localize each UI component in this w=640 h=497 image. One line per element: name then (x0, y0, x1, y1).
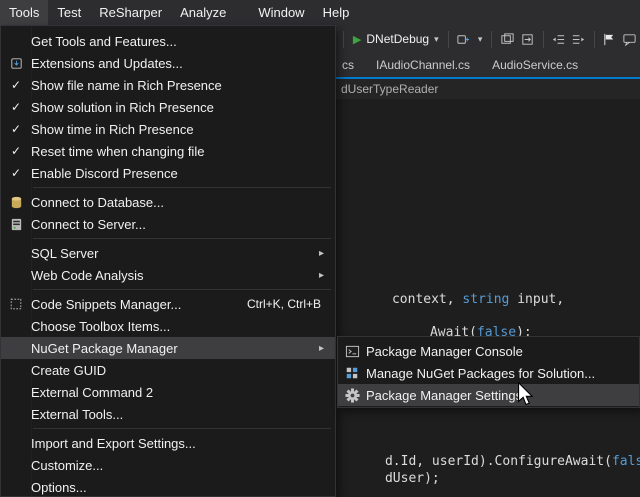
tab-label: AudioService.cs (492, 58, 578, 72)
debug-target-dropdown[interactable]: ▶ DNetDebug ▾ (349, 30, 443, 48)
dropdown-caret-icon: ▾ (478, 34, 483, 45)
toolbar-separator (594, 31, 595, 48)
menu-item-sql-server[interactable]: SQL Server ▸ (1, 242, 335, 264)
menu-item-reset-time-when-changing-file[interactable]: ✓ Reset time when changing file (1, 140, 335, 162)
menu-separator (33, 187, 331, 188)
menubar-item-tools[interactable]: Tools (0, 0, 48, 25)
toggle-bookmark-button[interactable] (600, 28, 620, 50)
connect-to-database-icon (9, 195, 24, 210)
menu-separator (33, 428, 331, 429)
menu-separator (33, 238, 331, 239)
menubar-item-resharper[interactable]: ReSharper (90, 0, 171, 25)
menu-item-code-snippets-manager[interactable]: Code Snippets Manager... Ctrl+K, Ctrl+B (1, 293, 335, 315)
menu-item-show-time-rich-presence[interactable]: ✓ Show time in Rich Presence (1, 118, 335, 140)
menu-item-show-solution-rich-presence[interactable]: ✓ Show solution in Rich Presence (1, 96, 335, 118)
checkmark-icon: ✓ (11, 166, 21, 180)
code-line: se); (338, 484, 416, 497)
navigate-backward-button[interactable] (497, 28, 517, 50)
submenu-arrow-icon: ▸ (319, 270, 335, 281)
extensions-icon (9, 56, 24, 71)
menu-item-customize[interactable]: Customize... (1, 454, 335, 476)
attach-to-process-button[interactable] (454, 28, 474, 50)
menu-item-choose-toolbox-items[interactable]: Choose Toolbox Items... (1, 315, 335, 337)
menu-item-import-export-settings[interactable]: Import and Export Settings... (1, 432, 335, 454)
toolbar-separator (543, 31, 544, 48)
increase-indent-icon (571, 32, 586, 47)
document-tab[interactable]: AudioService.cs (481, 53, 589, 77)
navigate-forward-button[interactable] (518, 28, 538, 50)
navigate-backward-icon (500, 32, 515, 47)
manage-packages-icon (345, 366, 359, 380)
document-tab[interactable]: IAudioChannel.cs (365, 53, 481, 77)
menu-item-connect-to-server[interactable]: Connect to Server... (1, 213, 335, 235)
menubar-item-window[interactable]: Window (249, 0, 313, 25)
menubar-item-test[interactable]: Test (48, 0, 90, 25)
decrease-indent-button[interactable] (549, 28, 569, 50)
attach-options-caret[interactable]: ▾ (474, 28, 487, 50)
debug-target-label: DNetDebug (366, 32, 429, 46)
menu-separator (33, 289, 331, 290)
toolbar-separator (448, 31, 449, 48)
mouse-cursor (517, 382, 534, 407)
menu-item-show-file-name-rich-presence[interactable]: ✓ Show file name in Rich Presence (1, 74, 335, 96)
menu-shortcut: Ctrl+K, Ctrl+B (247, 297, 321, 311)
submenu-item-package-manager-settings[interactable]: Package Manager Settings (338, 384, 639, 406)
increase-indent-button[interactable] (569, 28, 589, 50)
menu-item-external-command-2[interactable]: External Command 2 (1, 381, 335, 403)
menu-item-create-guid[interactable]: Create GUID (1, 359, 335, 381)
menubar-item-analyze[interactable]: Analyze (171, 0, 235, 25)
decrease-indent-icon (551, 32, 566, 47)
checkmark-icon: ✓ (11, 144, 21, 158)
menu-bar: Tools Test ReSharper Analyze Window Help (0, 0, 640, 25)
submenu-item-manage-nuget-packages-for-solution[interactable]: Manage NuGet Packages for Solution... (338, 362, 639, 384)
menu-item-external-tools[interactable]: External Tools... (1, 403, 335, 425)
breadcrumb[interactable]: dUserTypeReader (341, 82, 438, 96)
tools-menu: Get Tools and Features... Extensions and… (0, 25, 336, 497)
submenu-arrow-icon: ▸ (319, 343, 335, 354)
attach-to-process-icon (456, 32, 471, 47)
tab-label: cs (342, 58, 354, 72)
menu-item-web-code-analysis[interactable]: Web Code Analysis ▸ (1, 264, 335, 286)
menu-item-options[interactable]: Options... (1, 476, 335, 497)
menubar-item-help[interactable]: Help (314, 0, 359, 25)
bookmark-icon (602, 32, 617, 47)
vs-window: context, string input, Await(false); d.I… (0, 0, 640, 497)
submenu-arrow-icon: ▸ (319, 248, 335, 259)
console-icon (345, 344, 360, 359)
submenu-item-package-manager-console[interactable]: Package Manager Console (338, 340, 639, 362)
toolbar-separator (343, 31, 344, 48)
gear-icon (345, 388, 360, 403)
start-debugging-icon: ▶ (353, 33, 361, 46)
toggle-comment-button[interactable] (620, 28, 640, 50)
menu-item-enable-discord-presence[interactable]: ✓ Enable Discord Presence (1, 162, 335, 184)
nuget-package-manager-submenu: Package Manager Console Manage NuGet Pac… (337, 336, 640, 408)
tab-label: IAudioChannel.cs (376, 58, 470, 72)
code-snippets-icon (9, 297, 23, 311)
document-tab[interactable]: cs (338, 53, 365, 77)
connect-to-server-icon (9, 217, 24, 232)
checkmark-icon: ✓ (11, 100, 21, 114)
menu-item-nuget-package-manager[interactable]: NuGet Package Manager ▸ (1, 337, 335, 359)
menu-item-connect-to-database[interactable]: Connect to Database... (1, 191, 335, 213)
checkmark-icon: ✓ (11, 78, 21, 92)
menu-item-extensions-and-updates[interactable]: Extensions and Updates... (1, 52, 335, 74)
navigate-forward-icon (520, 32, 535, 47)
checkmark-icon: ✓ (11, 122, 21, 136)
dropdown-caret-icon: ▾ (434, 34, 439, 45)
comment-icon (622, 32, 637, 47)
toolbar-separator (491, 31, 492, 48)
menu-item-get-tools-and-features[interactable]: Get Tools and Features... (1, 30, 335, 52)
